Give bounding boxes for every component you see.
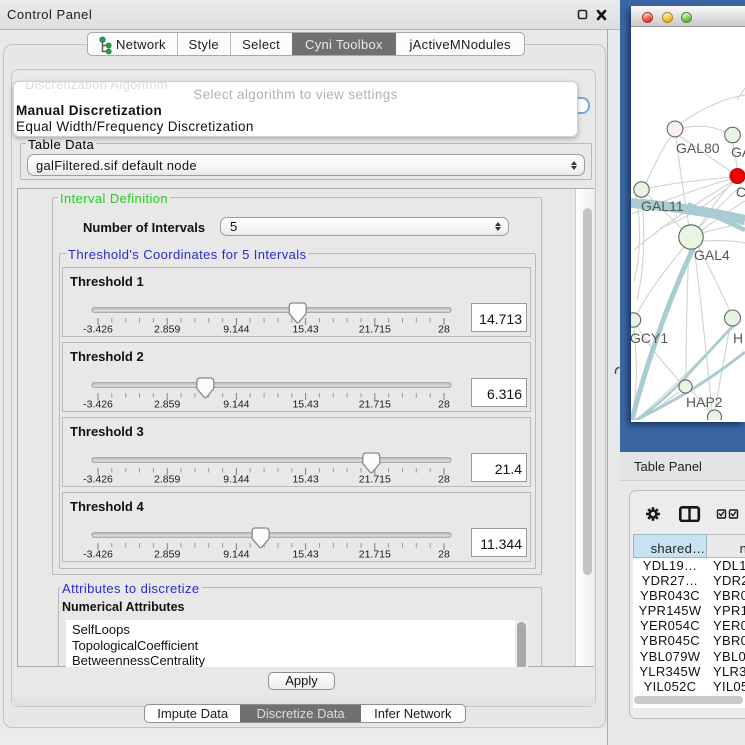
svg-text:28: 28 xyxy=(438,398,450,410)
svg-text:GAL7: GAL7 xyxy=(731,144,745,160)
svg-text:9.144: 9.144 xyxy=(223,398,249,410)
svg-text:15.43: 15.43 xyxy=(292,323,318,335)
svg-text:2.859: 2.859 xyxy=(154,323,180,335)
svg-text:HAP2: HAP2 xyxy=(686,394,723,410)
svg-text:2.859: 2.859 xyxy=(154,473,180,485)
svg-text:9.144: 9.144 xyxy=(223,548,249,560)
svg-text:15.43: 15.43 xyxy=(292,548,318,560)
svg-text:GCY1: GCY1 xyxy=(631,330,668,346)
svg-text:GAL4: GAL4 xyxy=(694,247,730,263)
svg-text:-3.426: -3.426 xyxy=(83,473,113,485)
svg-text:-3.426: -3.426 xyxy=(83,548,113,560)
svg-text:2.859: 2.859 xyxy=(154,548,180,560)
svg-text:-3.426: -3.426 xyxy=(83,323,113,335)
svg-text:15.43: 15.43 xyxy=(292,473,318,485)
svg-text:GAL80: GAL80 xyxy=(676,140,720,156)
svg-text:21.715: 21.715 xyxy=(359,473,391,485)
svg-text:2.859: 2.859 xyxy=(154,398,180,410)
svg-text:H: H xyxy=(733,330,743,346)
svg-text:21.715: 21.715 xyxy=(359,548,391,560)
svg-text:28: 28 xyxy=(438,323,450,335)
svg-text:15.43: 15.43 xyxy=(292,398,318,410)
svg-text:21.715: 21.715 xyxy=(359,398,391,410)
svg-text:-3.426: -3.426 xyxy=(83,398,113,410)
svg-text:C: C xyxy=(736,184,745,200)
svg-text:9.144: 9.144 xyxy=(223,473,249,485)
svg-text:28: 28 xyxy=(438,548,450,560)
svg-text:9.144: 9.144 xyxy=(223,323,249,335)
svg-text:GAL11: GAL11 xyxy=(641,198,684,214)
svg-text:21.715: 21.715 xyxy=(359,323,391,335)
svg-text:28: 28 xyxy=(438,473,450,485)
